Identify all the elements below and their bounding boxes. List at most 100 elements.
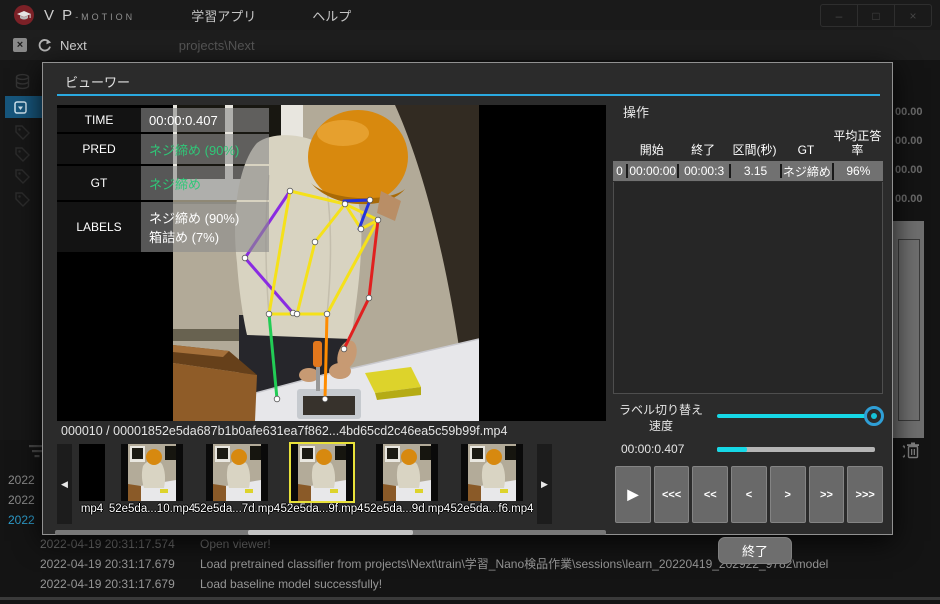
jump-back-button[interactable]: << [692, 466, 728, 523]
thumbnail-caption: 52e5da...10.mp4 [109, 503, 195, 515]
background-value: 00.00 [893, 164, 939, 184]
window-bottom-edge [0, 597, 940, 600]
frame-info-bar: 000010 / 000018 52e5da687b1b0afe631ea7f8… [57, 421, 606, 443]
window-controls: – □ × [820, 4, 932, 27]
video-canvas[interactable]: TIME 00:00:0.407 PRED ネジ締め (90%) GT ネジ締め… [57, 105, 606, 421]
video-filename: 52e5da687b1b0afe631ea7f862...4bd65cd2c46… [155, 424, 507, 438]
overlay-row-pred: PRED ネジ締め (90%) [57, 134, 269, 164]
session-row[interactable]: 2022 [8, 491, 35, 509]
menu-help[interactable]: ヘルプ [312, 6, 351, 25]
minimize-button[interactable]: – [821, 5, 857, 26]
overlay-row-labels: LABELS ネジ締め (90%) 箱詰め (7%) [57, 202, 269, 252]
seek-bar-fill [717, 447, 747, 452]
background-panel-button [898, 239, 920, 421]
log-timestamp: 2022-04-19 20:31:17.679 [40, 574, 175, 594]
undo-arc-icon[interactable] [893, 444, 905, 459]
filmstrip-prev-button[interactable]: ◀ [57, 444, 72, 524]
cell-gt: ネジ締め [782, 163, 833, 180]
thumbnail-image[interactable] [121, 444, 183, 501]
cell-end: 00:00:3 [679, 164, 730, 178]
database-icon[interactable] [14, 73, 31, 90]
overlay-row-gt: GT ネジ締め [57, 166, 269, 200]
segment-list-empty-area[interactable] [613, 182, 883, 394]
close-button[interactable]: × [894, 5, 931, 26]
overlay-value-time: 00:00:0.407 [141, 108, 269, 132]
overlay-label: PRED [57, 134, 141, 164]
thumbnail-image[interactable] [79, 444, 105, 501]
thumbnail-item[interactable]: 52e5da...7d.mp4 [197, 444, 277, 515]
speed-slider[interactable] [717, 414, 875, 418]
overlay-label: TIME [57, 108, 141, 132]
session-row-selected[interactable]: 2022 [8, 511, 35, 529]
sidebar-item-selected[interactable] [5, 96, 46, 118]
cell-start: 00:00:00 [628, 164, 679, 178]
brand: V P -MOTION [44, 7, 135, 24]
filmstrip-scrollbar[interactable] [55, 530, 606, 535]
log-timestamp: 2022-04-19 20:31:17.679 [40, 554, 175, 574]
thumbnail-image[interactable] [376, 444, 438, 501]
log-timestamp: 2022-04-19 20:31:17.574 [40, 534, 175, 554]
operation-panel: 操作 開始 終了 区間(秒) GT 平均正答率 0 00:00:00 00:00… [613, 96, 883, 532]
panel-title: 操作 [623, 102, 649, 121]
log-row: 2022-04-19 20:31:17.574 Open viewer! [0, 534, 940, 554]
session-row[interactable]: 2022 [8, 471, 35, 489]
thumbnail-item[interactable]: 52e5da...9d.mp4 [367, 444, 447, 515]
slider-label-line2: 速度 [613, 418, 709, 434]
jump-forward-fast-button[interactable]: >>> [847, 466, 883, 523]
brand-sub: -MOTION [75, 12, 135, 22]
tag-icon[interactable] [14, 146, 31, 163]
menu-learning-app[interactable]: 学習アプリ [191, 6, 256, 25]
overlay-value-pred: ネジ締め (90%) [141, 134, 269, 164]
trash-icon[interactable] [906, 442, 920, 459]
segment-row-selected[interactable]: 0 00:00:00 00:00:3 3.15 ネジ締め 96% [613, 161, 883, 181]
segment-table: 開始 終了 区間(秒) GT 平均正答率 0 00:00:00 00:00:3 … [613, 120, 883, 181]
filmstrip-scrollbar-thumb[interactable] [248, 530, 413, 535]
frame-counter: 000010 / 000018 [61, 424, 155, 438]
log-row: 2022-04-19 20:31:17.679 Load baseline mo… [0, 574, 940, 594]
col-accuracy: 平均正答率 [832, 130, 883, 158]
thumbnail-image[interactable] [291, 444, 353, 501]
thumbnail-item[interactable]: 52e5da...f6.mp4 [452, 444, 532, 515]
seek-bar[interactable] [717, 447, 875, 452]
end-button[interactable]: 終了 [718, 537, 792, 564]
thumbnail-image[interactable] [461, 444, 523, 501]
step-forward-button[interactable]: > [770, 466, 806, 523]
log-message: Open viewer! [200, 534, 271, 554]
log-row: 2022-04-19 20:31:17.679 Load pretrained … [0, 554, 940, 574]
row-index: 0 [613, 164, 628, 178]
thumbnail-item[interactable]: mp4 [77, 444, 107, 515]
tag-icon[interactable] [14, 191, 31, 208]
thumbnail-item-selected[interactable]: 52e5da...9f.mp4 [282, 444, 362, 515]
filmstrip-next-button[interactable]: ▶ [537, 444, 552, 524]
tag-icon[interactable] [14, 124, 31, 141]
project-tabbar: × Next projects\Next [0, 30, 940, 60]
tab-project-next[interactable]: Next [60, 38, 87, 53]
col-end: 終了 [677, 144, 728, 158]
titlebar: V P -MOTION 学習アプリ ヘルプ – □ × [0, 0, 940, 31]
thumbnail-image[interactable] [206, 444, 268, 501]
overlay-label-line2: 箱詰め (7%) [149, 227, 269, 246]
filmstrip: ◀ mp4 52e5da...10.mp4 52e5da...7d.mp4 52… [57, 444, 606, 528]
background-value: 00.00 [893, 106, 939, 126]
maximize-button[interactable]: □ [857, 5, 894, 26]
jump-forward-button[interactable]: >> [809, 466, 845, 523]
speed-slider-handle[interactable] [864, 406, 884, 426]
refresh-icon[interactable] [37, 38, 52, 53]
jump-back-fast-button[interactable]: <<< [654, 466, 690, 523]
play-button[interactable]: ▶ [615, 466, 651, 523]
cell-duration: 3.15 [731, 164, 782, 178]
col-gt: GT [780, 144, 831, 158]
step-back-button[interactable]: < [731, 466, 767, 523]
thumbnail-caption: 52e5da...7d.mp4 [194, 503, 280, 515]
background-sidebar [0, 60, 46, 440]
overlay-value-gt: ネジ締め [141, 166, 269, 200]
slider-label-line1: ラベル切り替え [613, 402, 709, 418]
tag-icon[interactable] [14, 168, 31, 185]
thumbnail-item[interactable]: 52e5da...10.mp4 [112, 444, 192, 515]
overlay-label: LABELS [57, 202, 141, 252]
tab-close-icon[interactable]: × [13, 38, 27, 52]
project-path: projects\Next [179, 38, 255, 53]
slider-label: ラベル切り替え 速度 [613, 402, 709, 434]
current-time: 00:00:0.407 [621, 442, 684, 456]
thumbnail-caption: mp4 [81, 503, 103, 515]
